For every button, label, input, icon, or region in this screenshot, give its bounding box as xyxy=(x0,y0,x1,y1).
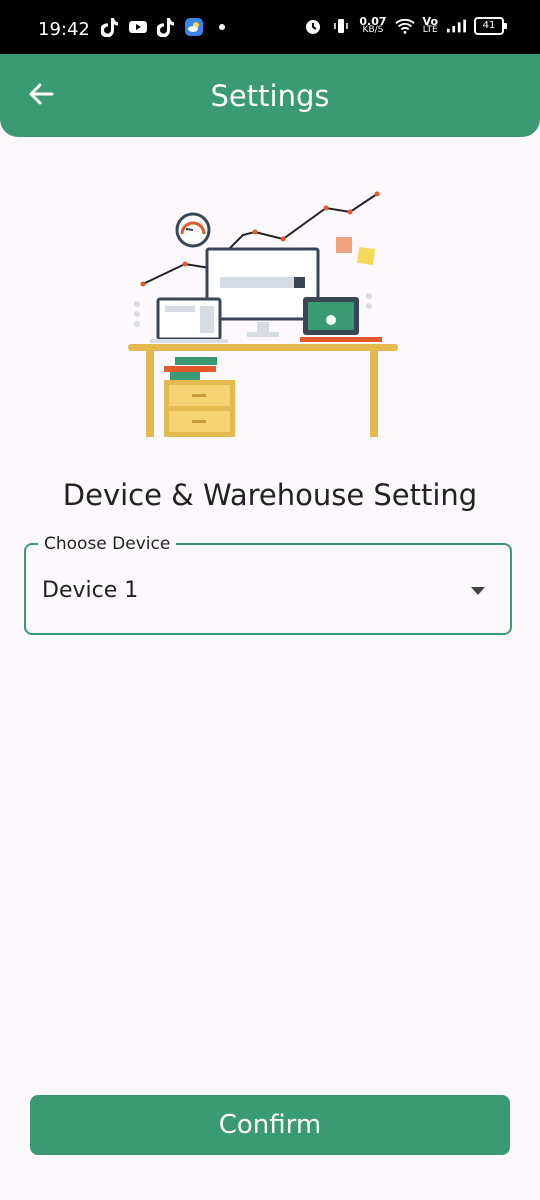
choose-device-value: Device 1 xyxy=(42,578,139,603)
system-icons: 0.07 KB/S Vo LTE 41 xyxy=(303,16,507,36)
vibrate-icon xyxy=(331,16,351,36)
dropdown-arrow-icon xyxy=(471,587,485,595)
network-speed: 0.07 KB/S xyxy=(359,16,386,35)
weather-icon xyxy=(184,17,204,37)
section-title: Device & Warehouse Setting xyxy=(62,478,478,512)
battery-icon: 41 xyxy=(474,17,507,35)
volte-indicator: Vo LTE xyxy=(422,16,438,35)
lte-label: LTE xyxy=(422,25,438,35)
confirm-button[interactable]: Confirm xyxy=(30,1095,510,1155)
net-speed-unit: KB/S xyxy=(362,25,384,35)
page-title: Settings xyxy=(210,79,330,113)
status-bar: 19:42 0.07 KB/S Vo LTE 41 xyxy=(0,0,540,56)
youtube-icon xyxy=(128,17,148,37)
choose-device-dropdown[interactable]: Choose Device Device 1 xyxy=(24,534,512,635)
choose-device-label: Choose Device xyxy=(38,534,177,554)
status-time: 19:42 xyxy=(38,19,90,40)
signal-icon xyxy=(446,16,466,36)
alarm-icon xyxy=(303,16,323,36)
tiktok-icon xyxy=(100,17,120,37)
dot-icon xyxy=(212,17,232,37)
workspace-illustration xyxy=(128,191,398,437)
notification-icons xyxy=(100,17,232,37)
app-bar: Settings xyxy=(0,54,540,137)
wifi-icon xyxy=(394,16,415,36)
tiktok-icon xyxy=(156,17,176,37)
